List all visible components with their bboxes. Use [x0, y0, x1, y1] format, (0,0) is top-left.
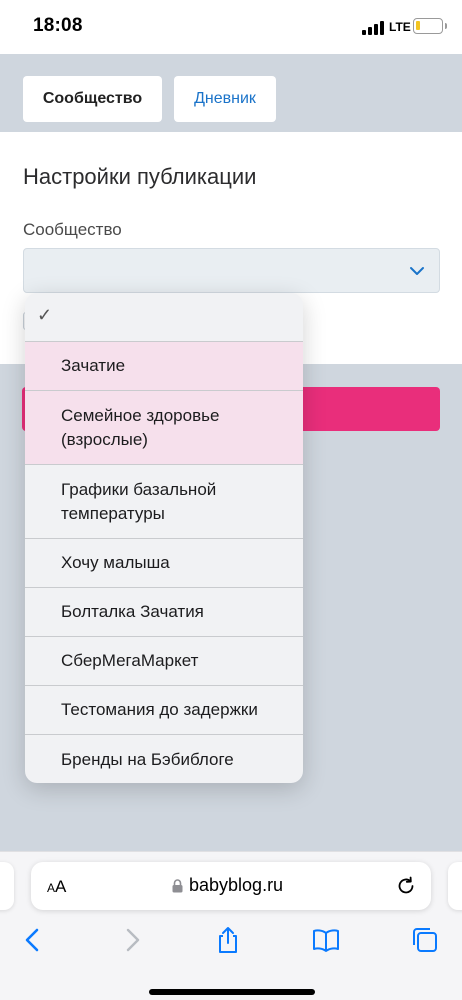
publish-target-tabs: Сообщество Дневник [0, 54, 462, 132]
reload-icon[interactable] [395, 875, 417, 897]
tab-community[interactable]: Сообщество [23, 76, 162, 122]
previous-tab-peek[interactable] [0, 862, 14, 910]
tabs-icon[interactable] [411, 926, 439, 954]
next-tab-peek[interactable] [448, 862, 462, 910]
status-time: 18:08 [33, 15, 83, 36]
home-indicator [149, 989, 315, 995]
dropdown-empty-option[interactable]: ✓ [25, 293, 303, 342]
checkmark-icon: ✓ [37, 305, 53, 325]
bookmarks-icon[interactable] [312, 926, 340, 954]
dropdown-option[interactable]: Хочу малыша [25, 539, 303, 588]
community-label: Сообщество [23, 220, 122, 239]
dropdown-option[interactable]: Семейное здоровье (взрослые) [25, 391, 303, 465]
back-icon[interactable] [19, 926, 47, 954]
dropdown-option[interactable]: СберМегаМаркет [25, 637, 303, 686]
community-dropdown: ✓ Зачатие Семейное здоровье (взрослые) Г… [25, 293, 303, 783]
lock-icon [172, 878, 183, 892]
share-icon[interactable] [214, 926, 242, 954]
network-type: LTE [389, 20, 411, 34]
dropdown-option[interactable]: Тестомания до задержки [25, 686, 303, 735]
community-select[interactable] [23, 248, 440, 293]
status-bar: 18:08 LTE [0, 0, 462, 54]
url-display[interactable]: babyblog.ru [172, 875, 283, 896]
signal-icon [362, 21, 384, 35]
battery-icon [413, 18, 447, 34]
dropdown-option[interactable]: Болталка Зачатия [25, 588, 303, 637]
tab-diary[interactable]: Дневник [174, 76, 276, 122]
url-text: babyblog.ru [189, 875, 284, 895]
dropdown-option[interactable]: Бренды на Бэбиблоге [25, 735, 303, 783]
address-bar[interactable]: AA babyblog.ru [31, 862, 431, 910]
dropdown-option[interactable]: Зачатие [25, 342, 303, 391]
text-size-button[interactable]: AA [47, 877, 66, 897]
browser-toolbar: AA babyblog.ru [0, 851, 462, 1000]
chevron-down-icon [410, 267, 424, 275]
forward-icon[interactable] [118, 926, 146, 954]
settings-title: Настройки публикации [23, 164, 257, 189]
dropdown-option[interactable]: Графики базальной температуры [25, 465, 303, 539]
